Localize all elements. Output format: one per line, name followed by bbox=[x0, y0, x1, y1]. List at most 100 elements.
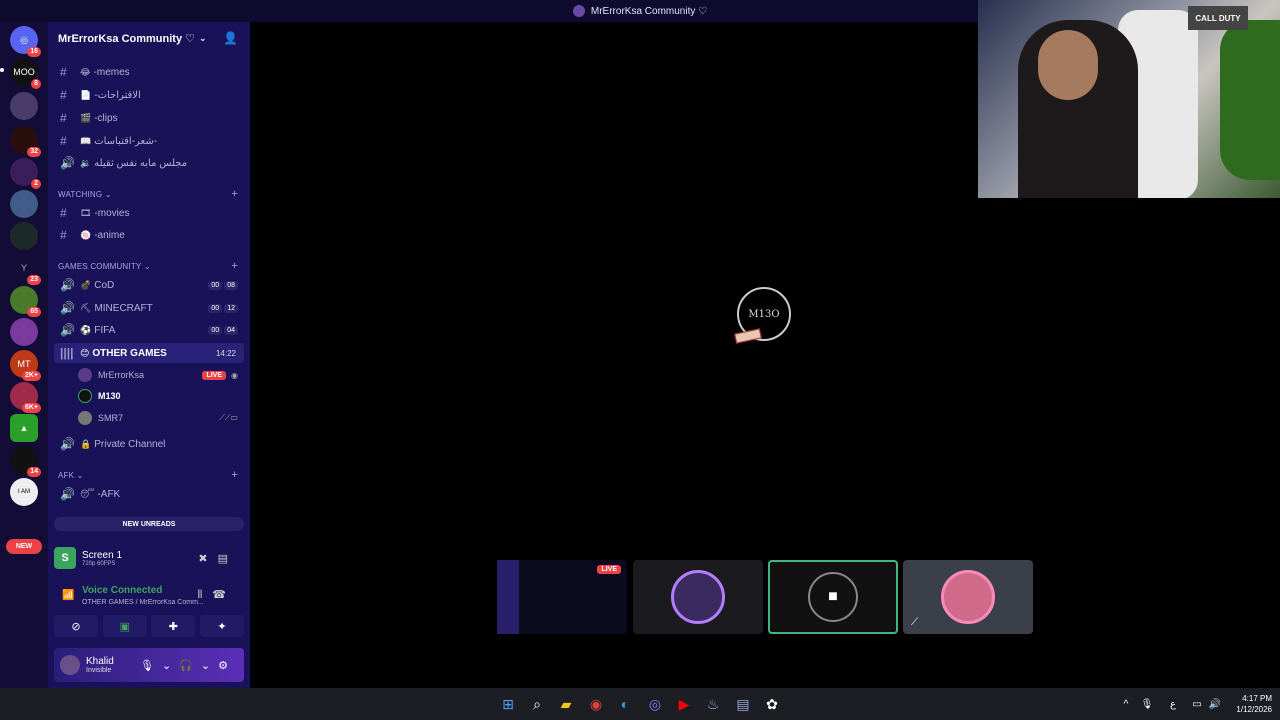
channel-fifa[interactable]: 🔊 ⚽ FIFA 00 04 bbox=[54, 320, 244, 340]
steam-icon[interactable]: ♨ bbox=[704, 695, 722, 713]
server-header[interactable]: MrErrorKsa Community ♡ ⌄ 👤 bbox=[48, 22, 250, 54]
channel-private[interactable]: 🔊 🔒 Private Channel bbox=[54, 434, 244, 454]
server-12[interactable]: ▲ bbox=[10, 414, 38, 442]
file-explorer-icon[interactable]: ▰ bbox=[557, 695, 575, 713]
category-games[interactable]: GAMES COMMUNITY ⌄ + bbox=[58, 259, 244, 273]
channel-minecraft[interactable]: 🔊 ⛏ MINECRAFT 00 12 bbox=[54, 298, 244, 318]
channel-clips[interactable]: # 🎬 -clips bbox=[54, 108, 244, 128]
server-11[interactable]: 6K+ bbox=[10, 382, 41, 413]
hash-icon: # bbox=[60, 134, 67, 148]
speaker-icon: 🔊 bbox=[60, 437, 75, 451]
add-channel-icon[interactable]: + bbox=[231, 469, 238, 481]
chevron-down-icon: ⌄ bbox=[104, 189, 112, 199]
screen-share-icon: S bbox=[54, 547, 76, 569]
server-6[interactable] bbox=[10, 222, 38, 250]
channel-quotes[interactable]: # 📖 شعر-اقتباسات- bbox=[54, 131, 244, 151]
participant-tile[interactable] bbox=[633, 560, 763, 634]
add-channel-icon[interactable]: + bbox=[231, 260, 238, 272]
speaker-icon: 🔊 bbox=[60, 301, 75, 315]
chrome-icon[interactable]: ◉ bbox=[587, 695, 605, 713]
server-8[interactable]: 65 bbox=[10, 286, 41, 317]
invite-icon[interactable]: 👤 bbox=[223, 31, 238, 45]
category-afk[interactable]: AFK ⌄ + bbox=[58, 468, 244, 482]
participant-tile-selected[interactable]: ■ bbox=[768, 560, 898, 634]
participant-tile[interactable]: ⟋ bbox=[903, 560, 1033, 634]
channel-label: -anime bbox=[94, 229, 125, 241]
volume-icon[interactable]: 🔊 bbox=[1206, 695, 1224, 713]
category-watching[interactable]: WATCHING ⌄ + bbox=[58, 187, 244, 201]
count-limit: 08 bbox=[224, 280, 238, 290]
server-5[interactable] bbox=[10, 190, 38, 218]
new-unreads-bar[interactable]: NEW UNREADS bbox=[54, 517, 244, 531]
input-language[interactable]: ع bbox=[1164, 695, 1182, 713]
voice-user-mrerrorksa[interactable]: MrErrorKsa LIVE ◉ bbox=[78, 365, 244, 385]
voice-user-m130[interactable]: M130 bbox=[78, 386, 244, 406]
clock[interactable]: 4:17 PM 1/12/2026 bbox=[1236, 693, 1272, 715]
stream-tile[interactable]: LIVE bbox=[497, 560, 627, 634]
soundboard-button[interactable]: ✦ bbox=[199, 615, 244, 637]
server-4[interactable]: 2 bbox=[10, 158, 41, 189]
server-moo[interactable]: MOO 8 bbox=[10, 58, 41, 89]
server-3[interactable]: 32 bbox=[10, 126, 41, 157]
start-icon[interactable]: ⊞ bbox=[499, 695, 517, 713]
channel-cod[interactable]: 🔊 💣 CoD 00 08 bbox=[54, 275, 244, 295]
channel-movies[interactable]: # 🎞 -movies bbox=[54, 203, 244, 223]
clock-date: 1/12/2026 bbox=[1236, 705, 1272, 714]
chevron-up-icon[interactable]: ^ bbox=[1117, 695, 1135, 713]
notepad-icon[interactable]: ▤ bbox=[734, 695, 752, 713]
username[interactable]: Khalid bbox=[86, 656, 114, 667]
speaker-icon: 🔊 bbox=[60, 156, 75, 170]
voice-controls: ⊘ ▣ ✚ ✦ bbox=[54, 615, 244, 637]
app-icon[interactable]: ✿ bbox=[763, 695, 781, 713]
youtube-icon[interactable]: ▶ bbox=[675, 695, 693, 713]
channel-label: مجلس مابه نفس ثقيله bbox=[94, 157, 188, 169]
server-rail: ◎ 16 MOO 8 32 2 Y 23 65 MT 2K+ 6K+ ▲ 14 I AM… bbox=[0, 22, 48, 688]
channel-emoji: ⚽ bbox=[80, 324, 92, 335]
server-9[interactable] bbox=[10, 318, 38, 346]
server-14[interactable]: I AM bbox=[10, 478, 38, 506]
speaker-avatar[interactable]: M13O bbox=[734, 287, 791, 344]
edge-icon[interactable]: ◐ bbox=[616, 695, 634, 713]
server-13[interactable]: 14 bbox=[10, 446, 41, 477]
channel-afk[interactable]: 🔊 😴 -AFK bbox=[54, 484, 244, 504]
mic-icon[interactable]: 🎙 bbox=[1138, 695, 1156, 713]
channel-label: -memes bbox=[93, 66, 130, 78]
user-label: MrErrorKsa bbox=[98, 370, 145, 380]
voice-status[interactable]: Voice Connected bbox=[82, 585, 162, 596]
settings-icon[interactable]: 🎙⌄🎧⌄⚙ bbox=[140, 659, 236, 672]
channel-anime[interactable]: # 🍥 -anime bbox=[54, 225, 244, 245]
hash-icon: # bbox=[60, 88, 67, 102]
channel-suggestions[interactable]: # 📄 -الاقتراحات bbox=[54, 85, 244, 105]
disconnect-icon[interactable]: ⫴☎ bbox=[198, 588, 236, 602]
activities-button[interactable]: ✚ bbox=[151, 615, 196, 637]
stop-stream-icon[interactable]: ✖▤ bbox=[198, 552, 238, 565]
webcam-feed[interactable]: CALL DUTY bbox=[978, 0, 1280, 198]
voice-user-smr7[interactable]: SMR7 ⟋⟋▭ bbox=[78, 408, 244, 428]
signal-icon[interactable]: 📶 bbox=[62, 590, 74, 601]
deafened-icon: ⟋ bbox=[911, 617, 918, 628]
count-limit: 04 bbox=[224, 325, 238, 335]
new-pill[interactable]: NEW bbox=[6, 539, 42, 554]
camera-off-button[interactable]: ⊘ bbox=[54, 615, 98, 637]
channel-memes[interactable]: # 😂 -memes bbox=[54, 62, 244, 82]
server-mt[interactable]: MT 2K+ bbox=[10, 350, 41, 381]
search-icon[interactable]: ⌕ bbox=[528, 695, 546, 713]
server-current[interactable] bbox=[10, 92, 38, 120]
add-channel-icon[interactable]: + bbox=[231, 188, 238, 200]
direct-messages-icon[interactable]: ◎ 16 bbox=[10, 26, 41, 57]
channel-emoji: 😊 bbox=[80, 347, 90, 358]
avatar[interactable] bbox=[60, 655, 80, 675]
window-title: MrErrorKsa Community ♡ bbox=[590, 5, 708, 17]
discord-icon[interactable]: ◎ bbox=[646, 695, 664, 713]
channel-other-games[interactable]: |||| 😊 OTHER GAMES 14:22 bbox=[54, 343, 244, 363]
channel-emoji: 🎞 bbox=[80, 207, 92, 218]
screen-share-button[interactable]: ▣ bbox=[102, 615, 147, 637]
voice-location[interactable]: OTHER GAMES / MrErrorKsa Comm... bbox=[82, 599, 204, 606]
stream-preview bbox=[497, 560, 519, 634]
network-icon[interactable]: ▭ bbox=[1188, 695, 1206, 713]
avatar bbox=[941, 570, 995, 624]
server-7[interactable]: Y 23 bbox=[10, 254, 41, 285]
channel-label: شعر-اقتباسات- bbox=[94, 135, 158, 147]
channel-label: -clips bbox=[94, 112, 118, 124]
channel-voice-lounge[interactable]: 🔊 🔉 مجلس مابه نفس ثقيله bbox=[54, 153, 244, 173]
